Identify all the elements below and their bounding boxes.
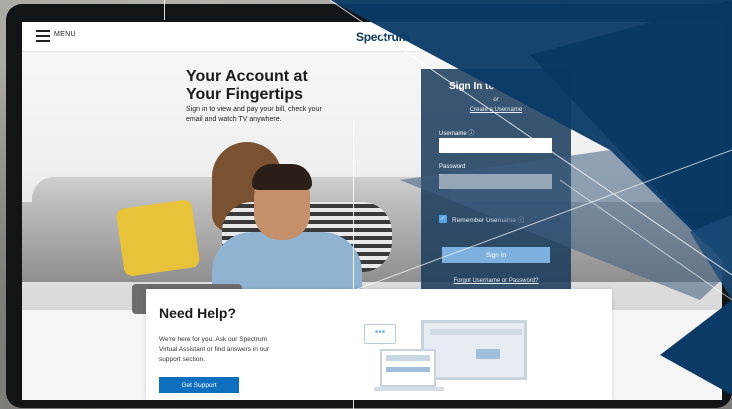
remember-label: Remember Username ⓘ [452, 217, 525, 224]
chat-bubble-icon: ••• [364, 324, 396, 344]
need-help-text: We're here for you. Ask our Spectrum Vir… [159, 336, 270, 363]
hero-subtitle: Sign in to view and pay your bill, check… [186, 106, 322, 123]
password-input[interactable] [439, 174, 552, 189]
laptop-illustration [380, 349, 436, 387]
hero-title-line2: Your Fingertips [186, 86, 304, 103]
username-label: Username ⓘ [439, 131, 475, 137]
man-hair-image [252, 164, 312, 190]
menu-label[interactable]: MENU [54, 31, 76, 38]
tablet-screen: MENU Spectrum Your Account at Your Finge… [22, 22, 722, 400]
sign-in-panel: Sign In to or Create a Username Username… [421, 69, 571, 309]
password-label: Password [439, 164, 466, 170]
need-help-card: Need Help? We're here for you. Ask our S… [146, 289, 612, 400]
create-username-link[interactable]: Create a Username [421, 107, 571, 113]
remember-checkbox[interactable]: ✓ [439, 215, 447, 223]
need-help-title: Need Help? [159, 305, 237, 321]
hero-title-line1: Your Account at [186, 68, 308, 85]
laptop-base-illustration [374, 387, 444, 391]
sign-in-title: Sign In to [449, 81, 495, 92]
remember-username-row[interactable]: ✓ Remember Username ⓘ [439, 214, 524, 224]
hamburger-menu-icon[interactable] [36, 30, 50, 42]
or-text: or [493, 97, 499, 103]
sign-in-button[interactable]: Sign In [442, 247, 550, 263]
get-support-button[interactable]: Get Support [159, 377, 239, 393]
monitor-illustration [421, 320, 527, 380]
top-bar: MENU Spectrum [22, 22, 722, 52]
hero-section: Your Account at Your Fingertips Sign in … [22, 52, 722, 314]
tablet-device: MENU Spectrum Your Account at Your Finge… [6, 4, 732, 408]
hero-title: Your Account at Your Fingertips [186, 68, 406, 104]
yellow-pillow-image [115, 199, 201, 277]
overlay-guide-line [353, 120, 354, 409]
forgot-credentials-link[interactable]: Forgot Username or Password? [421, 278, 571, 284]
username-input[interactable] [439, 138, 552, 153]
overlay-guide-line-top [164, 0, 165, 20]
spectrum-logo[interactable]: Spectrum [356, 30, 409, 44]
support-illustration: ••• [364, 320, 534, 400]
